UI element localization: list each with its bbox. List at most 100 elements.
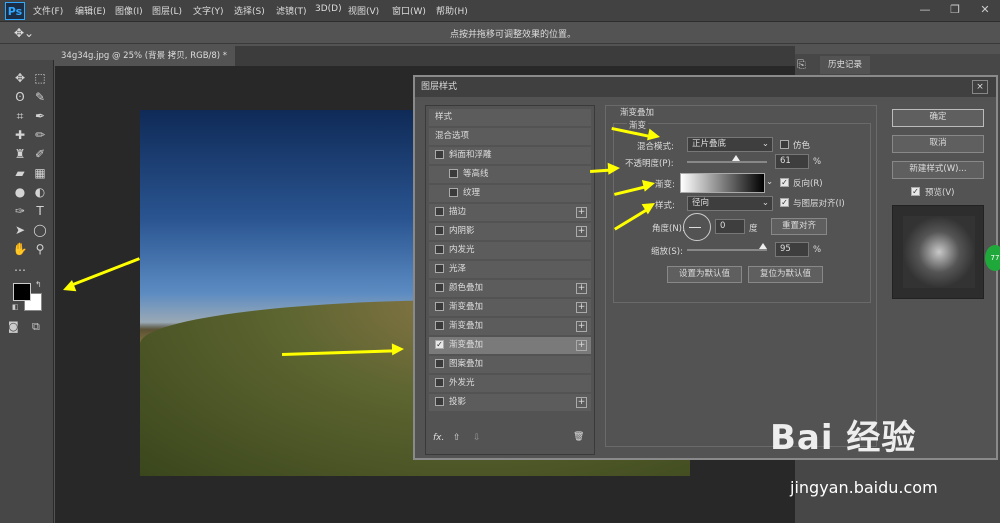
quick-mask-icon[interactable]: ◙: [8, 320, 19, 333]
tab-history[interactable]: 历史记录: [820, 56, 870, 74]
menu-item-10[interactable]: 帮助(H): [436, 4, 468, 17]
document-tab[interactable]: 34g34g.jpg @ 25% (背景 拷贝, RGB/8) * ×: [55, 46, 235, 81]
eraser-icon[interactable]: ▰: [12, 165, 28, 181]
screen-mode-icon[interactable]: ⧉: [32, 320, 40, 334]
ok-button[interactable]: 确定: [892, 109, 984, 127]
scale-slider-thumb[interactable]: [759, 243, 767, 249]
style-checkbox[interactable]: [435, 378, 444, 387]
pen-tool-icon[interactable]: ✑: [12, 203, 28, 219]
add-style-icon[interactable]: +: [576, 397, 587, 408]
menu-item-2[interactable]: 图像(I): [115, 4, 143, 17]
opacity-slider-thumb[interactable]: [731, 155, 740, 161]
new-style-button[interactable]: 新建样式(W)...: [892, 161, 984, 179]
trash-icon[interactable]: 🗑: [573, 432, 584, 442]
type-tool-icon[interactable]: T: [32, 203, 48, 219]
angle-input[interactable]: 0: [715, 219, 745, 234]
cancel-button[interactable]: 取消: [892, 135, 984, 153]
menu-item-3[interactable]: 图层(L): [152, 4, 182, 17]
floating-badge[interactable]: 77: [985, 245, 1000, 271]
more-tools-icon[interactable]: ⋯: [12, 262, 28, 278]
lasso-tool-icon[interactable]: ʘ: [12, 89, 28, 105]
move-down-icon[interactable]: ⇩: [473, 433, 481, 443]
zoom-tool-icon[interactable]: ⚲: [32, 241, 48, 257]
style-list-item[interactable]: 描边 +: [429, 204, 591, 221]
menu-item-1[interactable]: 编辑(E): [75, 4, 106, 17]
style-list-item[interactable]: 投影 +: [429, 394, 591, 411]
move-tool-icon[interactable]: ✥⌄: [14, 26, 34, 40]
style-checkbox[interactable]: [435, 397, 444, 406]
style-list-item[interactable]: 光泽: [429, 261, 591, 278]
dither-checkbox[interactable]: [780, 140, 789, 149]
style-list-item[interactable]: 斜面和浮雕: [429, 147, 591, 164]
dodge-tool-icon[interactable]: ◐: [32, 184, 48, 200]
add-style-icon[interactable]: +: [576, 207, 587, 218]
make-default-button[interactable]: 设置为默认值: [667, 266, 742, 283]
style-checkbox[interactable]: [435, 302, 444, 311]
preview-checkbox[interactable]: ✓: [911, 187, 920, 196]
gradient-tool-icon[interactable]: ▦: [32, 165, 48, 181]
style-list-item[interactable]: 混合选项: [429, 128, 591, 145]
style-checkbox[interactable]: [449, 169, 458, 178]
eyedropper-icon[interactable]: ✒: [32, 108, 48, 124]
healing-brush-icon[interactable]: ✚: [12, 127, 28, 143]
blur-tool-icon[interactable]: ●: [12, 184, 28, 200]
style-list-item[interactable]: 渐变叠加 +: [429, 299, 591, 316]
history-brush-icon[interactable]: ✐: [32, 146, 48, 162]
history-panel-icon[interactable]: ⎘: [797, 58, 806, 72]
add-style-icon[interactable]: +: [576, 321, 587, 332]
opacity-input[interactable]: 61: [775, 154, 809, 169]
reset-align-button[interactable]: 重置对齐: [771, 218, 827, 235]
blend-mode-select[interactable]: 正片叠底 ⌄: [687, 137, 773, 152]
marquee-tool-icon[interactable]: ⬚: [32, 70, 48, 86]
style-list-item[interactable]: 内阴影 +: [429, 223, 591, 240]
ellipse-tool-icon[interactable]: ◯: [32, 222, 48, 238]
reverse-checkbox[interactable]: ✓: [780, 178, 789, 187]
dialog-close-button[interactable]: ×: [972, 80, 988, 94]
restore-icon[interactable]: ❐: [940, 0, 970, 22]
style-list-item[interactable]: 颜色叠加 +: [429, 280, 591, 297]
style-list-item[interactable]: 渐变叠加 +: [429, 318, 591, 335]
default-colors-icon[interactable]: ◧: [12, 303, 19, 311]
style-checkbox[interactable]: [435, 245, 444, 254]
scale-input[interactable]: 95: [775, 242, 809, 257]
style-checkbox[interactable]: [435, 359, 444, 368]
path-select-icon[interactable]: ➤: [12, 222, 28, 238]
style-checkbox[interactable]: [435, 150, 444, 159]
style-checkbox[interactable]: ✓: [435, 340, 444, 349]
scale-slider[interactable]: [687, 249, 767, 251]
hand-tool-icon[interactable]: ✋: [12, 241, 28, 257]
style-checkbox[interactable]: [435, 321, 444, 330]
close-icon[interactable]: ✕: [970, 0, 1000, 22]
style-list-item[interactable]: 内发光: [429, 242, 591, 259]
clone-stamp-icon[interactable]: ♜: [12, 146, 28, 162]
style-checkbox[interactable]: [435, 283, 444, 292]
minimize-icon[interactable]: —: [910, 0, 940, 22]
add-style-icon[interactable]: +: [576, 283, 587, 294]
style-list-item[interactable]: 等高线: [429, 166, 591, 183]
add-style-icon[interactable]: +: [576, 340, 587, 351]
move-tool-icon[interactable]: ✥: [12, 70, 28, 86]
style-checkbox[interactable]: [449, 188, 458, 197]
opacity-slider[interactable]: [687, 161, 767, 163]
style-list-item[interactable]: 样式: [429, 109, 591, 126]
crop-tool-icon[interactable]: ⌗: [12, 108, 28, 124]
swap-colors-icon[interactable]: ↰: [35, 280, 42, 289]
style-checkbox[interactable]: [435, 207, 444, 216]
style-checkbox[interactable]: [435, 226, 444, 235]
brush-tool-icon[interactable]: ✏: [32, 127, 48, 143]
gradient-preview[interactable]: [680, 173, 765, 193]
style-list-item[interactable]: 外发光: [429, 375, 591, 392]
move-up-icon[interactable]: ⇧: [453, 433, 461, 443]
menu-item-4[interactable]: 文字(Y): [193, 4, 224, 17]
style-list-item[interactable]: ✓ 渐变叠加 +: [429, 337, 591, 354]
style-list-item[interactable]: 图案叠加: [429, 356, 591, 373]
style-list-item[interactable]: 纹理: [429, 185, 591, 202]
menu-item-8[interactable]: 视图(V): [348, 4, 379, 17]
align-checkbox[interactable]: ✓: [780, 198, 789, 207]
add-style-icon[interactable]: +: [576, 302, 587, 313]
quick-select-icon[interactable]: ✎: [32, 89, 48, 105]
fx-icon[interactable]: fx.: [433, 433, 444, 443]
style-select[interactable]: 径向 ⌄: [687, 196, 773, 211]
menu-item-9[interactable]: 窗口(W): [392, 4, 426, 17]
menu-item-5[interactable]: 选择(S): [234, 4, 265, 17]
